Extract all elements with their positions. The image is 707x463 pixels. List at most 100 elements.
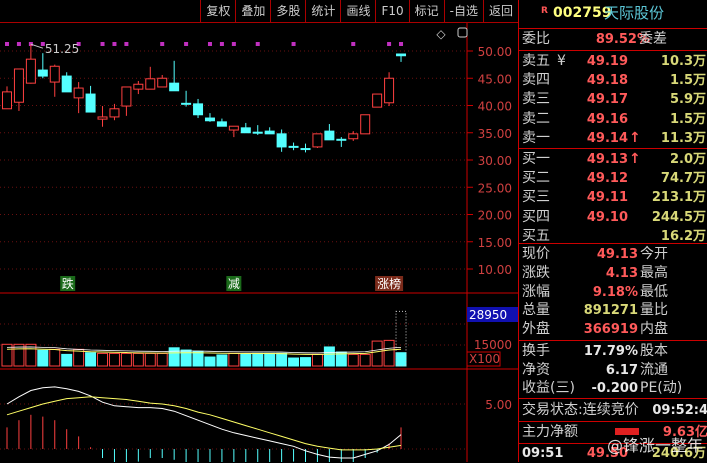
candle bbox=[13, 68, 24, 111]
candle bbox=[396, 53, 407, 62]
level-label: 买三 bbox=[522, 189, 550, 206]
candle-body bbox=[13, 68, 24, 103]
signal-dot bbox=[184, 42, 189, 46]
sell-row: 卖四 49.18 1.5万 bbox=[519, 71, 707, 90]
level-volume: 74.7万 bbox=[660, 171, 706, 187]
panel-toggle-icon[interactable] bbox=[457, 27, 468, 38]
level-price: 49.19 bbox=[586, 54, 628, 69]
volume-bar bbox=[156, 352, 168, 367]
signal-label: 跌 bbox=[62, 276, 74, 291]
level-label: 卖四 bbox=[522, 72, 550, 89]
buy-row: 买一 49.13 2.0万 ↑ bbox=[519, 150, 707, 169]
signal-dot bbox=[351, 42, 356, 46]
volume-bar bbox=[13, 343, 25, 367]
fund-value: 6.17 bbox=[605, 362, 638, 378]
stock-badge: R bbox=[541, 6, 548, 16]
volume-bar bbox=[61, 353, 73, 367]
candle-body bbox=[312, 133, 323, 148]
candle-body bbox=[109, 108, 120, 118]
candle bbox=[324, 124, 335, 141]
weicha-label: 委差 bbox=[639, 31, 667, 47]
toolbar: 复权 叠加 多股 统计 画线 F10 标记 -自选 返回 bbox=[0, 0, 518, 23]
candle-body bbox=[240, 127, 251, 134]
candle bbox=[312, 133, 323, 149]
fund-label2: 股本 bbox=[640, 343, 668, 359]
fund-label: 收益(三) bbox=[522, 380, 575, 396]
candle-body bbox=[157, 77, 168, 88]
signal-label: 减 bbox=[228, 277, 240, 291]
status-time: 09:52:4 bbox=[652, 403, 707, 418]
candle-body bbox=[384, 77, 395, 104]
volume-bar bbox=[240, 353, 252, 367]
volume-bar bbox=[120, 352, 132, 367]
toolbar-button-3[interactable]: 统计 bbox=[305, 0, 340, 22]
level-price: 49.16 bbox=[586, 111, 628, 127]
fund-value: -0.200 bbox=[591, 381, 638, 396]
kline-chart[interactable]: 50.00 45.00 40.00 35.00 30.00 25.00 20.00 15.00… bbox=[0, 23, 518, 462]
level-label: 卖二 bbox=[522, 110, 550, 127]
volume-bar bbox=[359, 353, 371, 367]
candle-body bbox=[300, 148, 311, 151]
toolbar-button-0[interactable]: 复权 bbox=[200, 0, 235, 22]
candle-body bbox=[61, 75, 72, 93]
volume-bar bbox=[347, 353, 359, 367]
level-volume: 1.5万 bbox=[669, 73, 706, 89]
quote-row: 总量 891271 量比 bbox=[519, 301, 707, 320]
candle-body bbox=[228, 125, 239, 131]
volume-bar bbox=[108, 352, 120, 367]
candle bbox=[181, 90, 192, 107]
volume-bar bbox=[383, 339, 395, 367]
candle bbox=[300, 143, 311, 153]
quote-value: 366919 bbox=[583, 322, 638, 338]
signal-dot bbox=[219, 42, 224, 46]
candle bbox=[37, 53, 48, 79]
candle-body bbox=[276, 133, 287, 148]
toolbar-button-8[interactable]: 返回 bbox=[482, 0, 518, 22]
toolbar-button-6[interactable]: 标记 bbox=[408, 0, 444, 22]
quote-label: 现价 bbox=[522, 246, 550, 262]
quote-label2: 内盘 bbox=[640, 321, 668, 338]
candle bbox=[360, 114, 371, 135]
toolbar-button-1[interactable]: 叠加 bbox=[235, 0, 270, 22]
price-tick-label: 35.00 bbox=[478, 127, 512, 141]
signal-dot bbox=[124, 42, 129, 46]
signal-dot bbox=[160, 42, 165, 46]
toolbar-button-2[interactable]: 多股 bbox=[270, 0, 305, 22]
volume-bar bbox=[288, 357, 300, 367]
candle bbox=[288, 142, 299, 151]
fund-row: 收益(三) -0.200 PE(动) bbox=[519, 379, 707, 398]
signal-dot bbox=[5, 42, 9, 46]
toolbar-button-4[interactable]: 画线 bbox=[340, 0, 375, 22]
stock-header: R 002759 天际股份 bbox=[519, 4, 707, 26]
signal-dot bbox=[387, 42, 392, 46]
stock-code: 002759 bbox=[553, 5, 612, 21]
candle bbox=[216, 118, 227, 127]
mainfund-label: 主力净额 bbox=[522, 424, 578, 440]
fund-label2: PE(动) bbox=[640, 380, 683, 396]
fund-label: 换手 bbox=[522, 343, 550, 359]
candle bbox=[73, 82, 84, 114]
sell-row: 卖二 49.16 1.5万 bbox=[519, 110, 707, 129]
level-label: 卖五 bbox=[522, 53, 550, 69]
candle-body bbox=[193, 103, 204, 116]
volume-bar bbox=[132, 352, 144, 367]
buy-row: 买四 49.10 244.5万 bbox=[519, 208, 707, 227]
candle bbox=[157, 74, 168, 88]
buy-row: 买二 49.12 74.7万 bbox=[519, 169, 707, 188]
quote-row: 外盘 366919 内盘 bbox=[519, 320, 707, 339]
high-price-label: 51.25 bbox=[45, 42, 79, 56]
fund-value: 17.79% bbox=[583, 344, 638, 359]
sell-row: 卖一 49.14 11.3万 ↑ bbox=[519, 129, 707, 148]
level-volume: 11.3万 bbox=[660, 130, 706, 146]
candle bbox=[264, 127, 275, 135]
candle bbox=[372, 93, 383, 108]
sell-row: 卖五 49.19 10.3万 ¥ bbox=[519, 52, 707, 71]
toolbar-button-7[interactable]: -自选 bbox=[443, 0, 483, 22]
level-label: 买二 bbox=[522, 170, 550, 187]
status-row: 交易状态:连续竞价 09:52:4 bbox=[519, 401, 707, 420]
candle-body bbox=[133, 83, 144, 90]
volume-bar bbox=[204, 356, 216, 367]
level-price: 49.14 bbox=[586, 130, 628, 146]
toolbar-button-5[interactable]: F10 bbox=[375, 0, 408, 22]
candle-body bbox=[204, 117, 215, 122]
